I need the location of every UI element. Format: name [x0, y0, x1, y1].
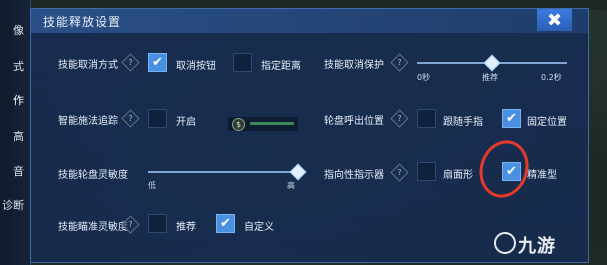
smart-cast-label: 智能施法追踪 [58, 116, 118, 127]
wheel-sensitivity-slider-track[interactable] [148, 171, 298, 173]
cancel-protect-recommended-label: 推荐 [482, 73, 498, 82]
close-icon: ✖ [546, 9, 563, 31]
panel-header: 技能释放设置 ✖ [31, 9, 588, 33]
specified-distance-option-checkbox[interactable] [233, 53, 252, 72]
game-hud-bar [250, 122, 294, 125]
cancel-protect-min-label: 0秒 [417, 73, 431, 82]
check-icon: ✔ [220, 216, 231, 231]
check-icon: ✔ [506, 111, 517, 126]
cancel-button-option-label: 取消按钮 [176, 61, 216, 72]
side-tab-4[interactable]: 音 [0, 163, 24, 179]
aim-custom-checkbox[interactable]: ✔ [216, 214, 235, 233]
aim-custom-label: 自定义 [244, 222, 274, 233]
smart-cast-enable-label: 开启 [176, 117, 196, 128]
coin-icon: $ [232, 118, 245, 131]
watermark-logo-icon [494, 232, 516, 254]
fixed-position-checkbox[interactable]: ✔ [502, 109, 521, 128]
side-tab-3[interactable]: 高 [0, 128, 24, 144]
wheel-sensitivity-label: 技能轮盘灵敏度 [58, 170, 128, 181]
aim-recommended-label: 推荐 [176, 222, 196, 233]
side-tab-1[interactable]: 式 [0, 58, 24, 74]
cancel-protect-label: 技能取消保护 [324, 60, 384, 71]
check-icon: ✔ [152, 55, 163, 70]
close-button[interactable]: ✖ [537, 9, 572, 31]
smart-cast-enable-checkbox[interactable] [148, 109, 167, 128]
watermark: 九游 [518, 236, 556, 257]
aim-sensitivity-label: 技能瞄准灵敏度 [58, 222, 128, 233]
side-tab-5[interactable]: 诊断 [0, 197, 24, 213]
cancel-protect-max-label: 0.2秒 [541, 73, 562, 82]
sector-shape-checkbox[interactable] [417, 162, 436, 181]
aim-recommended-checkbox[interactable] [148, 214, 167, 233]
side-tab-0[interactable]: 像 [0, 22, 24, 38]
indicator-label: 指向性指示器 [324, 170, 384, 181]
cancel-button-option-checkbox[interactable]: ✔ [148, 53, 167, 72]
sector-shape-label: 扇面形 [443, 170, 473, 181]
fixed-position-label: 固定位置 [527, 117, 567, 128]
specified-distance-option-label: 指定距离 [261, 61, 301, 72]
precise-type-label: 精准型 [527, 170, 557, 181]
cancel-mode-label: 技能取消方式 [58, 60, 118, 71]
wheel-sensitivity-min-label: 低 [148, 181, 156, 190]
side-tab-2[interactable]: 作 [0, 92, 24, 108]
side-tab-column: 像 式 作 高 音 诊断 [0, 0, 31, 265]
follow-finger-label: 跟随手指 [443, 117, 483, 128]
wheel-position-label: 轮盘呼出位置 [324, 116, 384, 127]
wheel-sensitivity-max-label: 高 [287, 181, 295, 190]
panel-title: 技能释放设置 [43, 15, 122, 29]
follow-finger-checkbox[interactable] [417, 109, 436, 128]
